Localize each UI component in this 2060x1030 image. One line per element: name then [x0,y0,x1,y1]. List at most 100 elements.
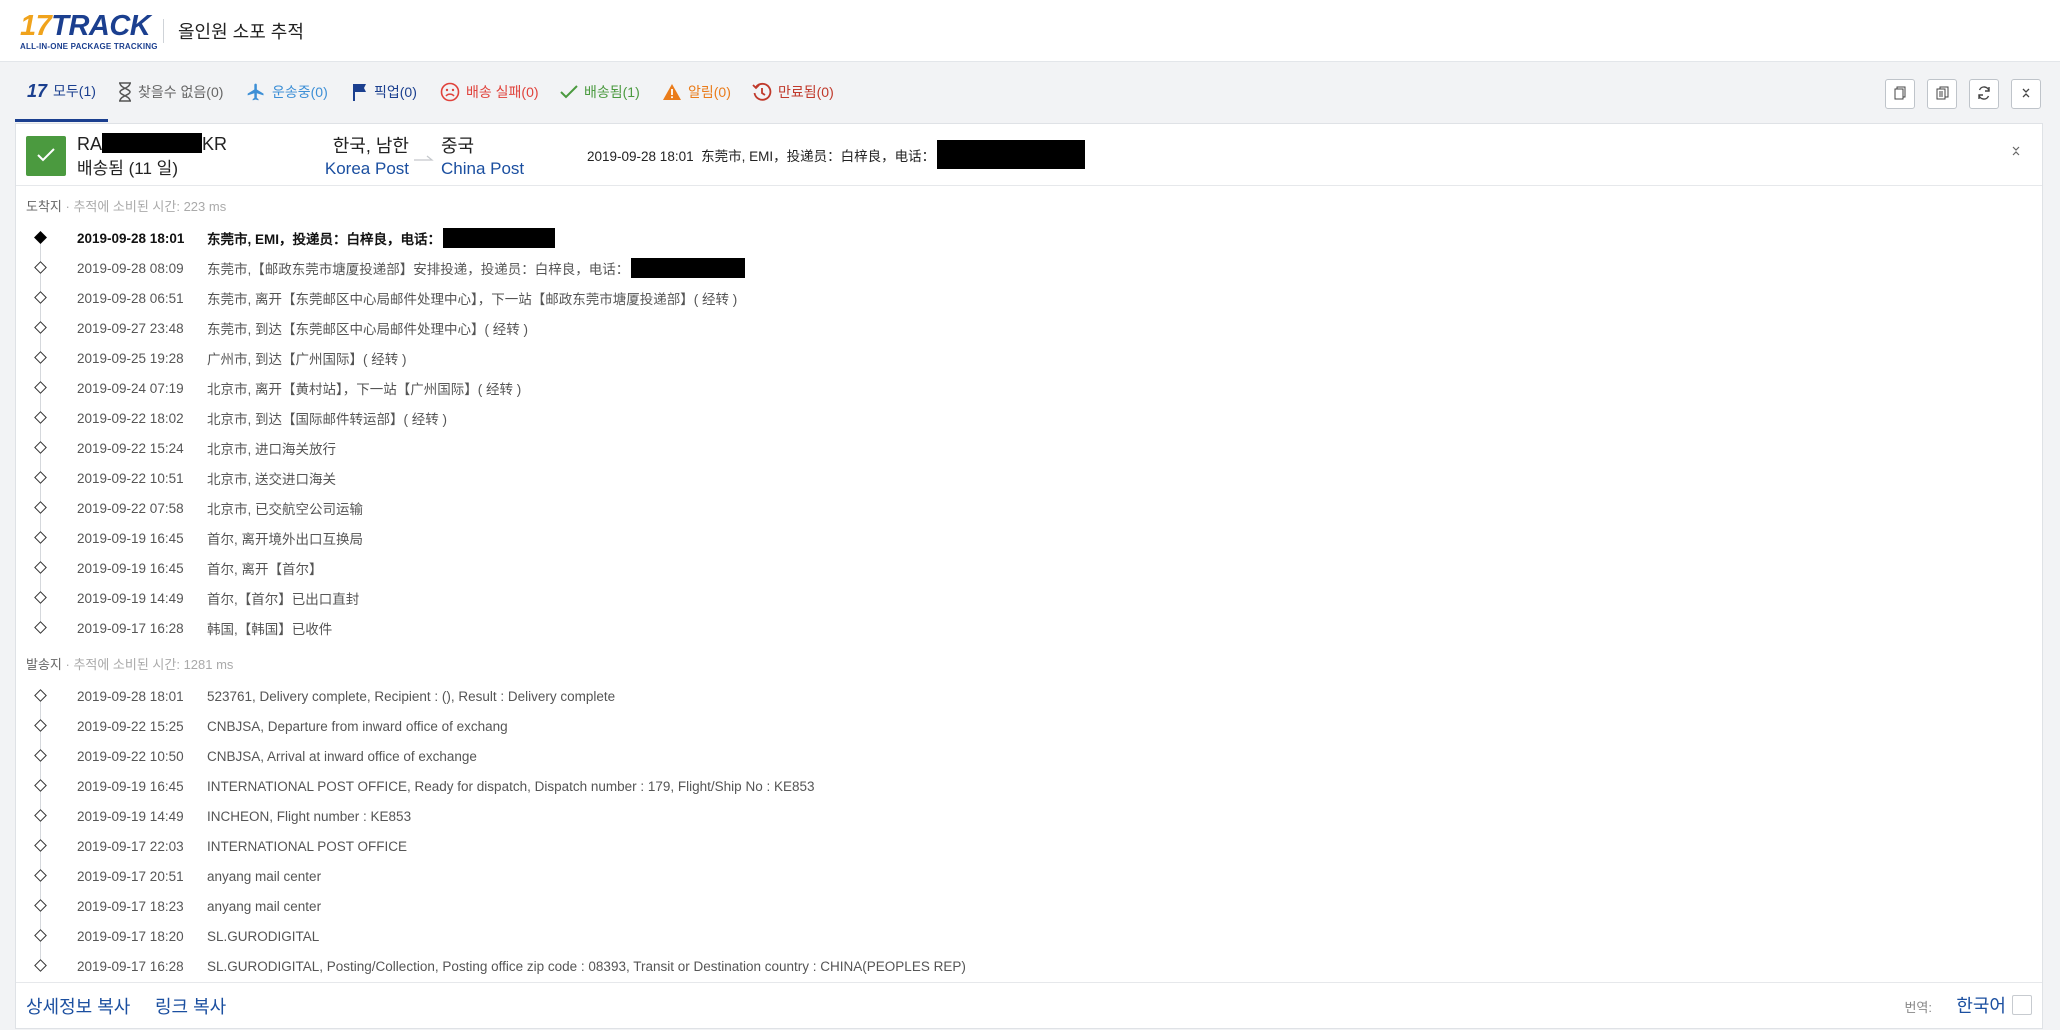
event-description: 北京市, 到达【国际邮件转运部】( 经转 ) [207,408,447,428]
section-timing: · 추적에 소비된 시간: 223 ms [61,199,227,214]
event-description: 北京市, 送交进口海关 [207,468,336,488]
translate-label: 번역: [1904,1000,1932,1015]
checkmark-icon [37,145,55,168]
tab-not-found[interactable]: 찾을수 없음(0) [118,62,223,122]
timeline-event: 2019-09-28 18:01 523761, Delivery complet… [16,681,2042,711]
refresh-button[interactable] [1969,79,1999,109]
tab-expired[interactable]: 만료됨(0) [752,62,834,122]
logo-word: TRACK [51,10,151,42]
event-description-text: SL.GURODIGITAL, Posting/Collection, Post… [207,958,966,974]
event-description-text: anyang mail center [207,868,322,884]
event-time: 2019-09-17 18:23 [77,898,184,914]
copy-button[interactable] [1885,79,1915,109]
tab-label: 배송 실패(0) [466,84,539,100]
event-description: SL.GURODIGITAL, Posting/Collection, Post… [207,959,966,974]
timeline-event: 2019-09-19 14:49 INCHEON, Flight number :… [16,801,2042,831]
collapse-all-button[interactable] [2011,79,2041,109]
section-label: 도착지 [26,199,62,214]
timeline-diamond-icon [34,291,47,304]
app-header: 17TRACK ALL-IN-ONE PACKAGE TRACKING 올인원 … [0,0,2060,62]
tab-delivered[interactable]: 배송됨(1) [560,62,640,122]
tracking-number[interactable]: RA KR [77,133,227,155]
event-description: INTERNATIONAL POST OFFICE, Ready for dis… [207,779,815,794]
timeline-diamond-icon [34,869,47,882]
status-tabs: 17 모두(1) 찾을수 없음(0) 운송중(0) 픽업(0) 배송 실패(0)… [0,62,2060,122]
timeline-event: 2019-09-17 20:51 anyang mail center [16,861,2042,891]
timeline-diamond-icon [34,779,47,792]
timeline-event: 2019-09-22 10:50 CNBJSA, Arrival at inwar… [16,741,2042,771]
tab-label: 운송중(0) [272,84,328,100]
event-description-text: 首尔,【首尔】已出口直封 [207,592,360,607]
timeline-event: 2019-09-22 15:24 北京市, 进口海关放行 [16,433,2042,463]
tracking-suffix: KR [202,134,228,154]
event-description-text: 首尔, 离开【首尔】 [207,562,323,577]
tab-all[interactable]: 17 모두(1) [15,62,108,122]
timeline-diamond-icon [34,929,47,942]
event-description-text: 广州市, 到达【广州国际】( 经转 ) [207,352,407,367]
event-time: 2019-09-27 23:48 [77,320,184,336]
origin-section-header: 발송지 · 추적에 소비된 시간: 1281 ms [26,654,233,673]
latest-event: 2019-09-28 18:01 东莞市, EMI，投递员：白梓良，电话： [587,140,1086,169]
timeline-diamond-icon [34,321,47,334]
event-description-text: 523761, Delivery complete, Recipient : (… [207,688,616,704]
event-description: 首尔,【首尔】已出口直封 [207,588,359,608]
copy-all-button[interactable] [1927,79,1957,109]
event-time: 2019-09-28 06:51 [77,290,184,306]
event-description: 523761, Delivery complete, Recipient : (… [207,689,615,704]
event-description: 韩国,【韩国】已收件 [207,618,332,638]
event-description-text: 北京市, 送交进口海关 [207,472,337,487]
timeline-diamond-icon [34,839,47,852]
timeline-diamond-icon [34,561,47,574]
timeline-diamond-icon [34,809,47,822]
redacted-block [631,258,746,278]
card-footer: 상세정보 복사 링크 복사 번역: 한국어 [16,982,2042,1028]
language-checkbox[interactable] [2012,995,2032,1015]
timeline-event: 2019-09-25 19:28 广州市, 到达【广州国际】( 经转 ) [16,343,2042,373]
section-label: 발송지 [26,657,62,672]
airplane-icon [246,82,266,102]
tab-alert[interactable]: 알림(0) [662,62,731,122]
17track-logo[interactable]: 17TRACK ALL-IN-ONE PACKAGE TRACKING [20,11,158,51]
event-time: 2019-09-22 07:58 [77,500,184,516]
event-description-text: 北京市, 到达【国际邮件转运部】( 经转 ) [207,412,447,427]
event-time: 2019-09-17 16:28 [77,958,184,974]
tab-delivery-failed[interactable]: 배송 실패(0) [440,62,539,122]
timeline-event: 2019-09-22 07:58 北京市, 已交航空公司运输 [16,493,2042,523]
origin-carrier-link[interactable]: Korea Post [311,159,409,179]
sad-face-icon [440,82,460,102]
copy-link-button[interactable]: 링크 복사 [155,993,226,1019]
timeline-diamond-icon [34,689,47,702]
event-description: 东莞市, 离开【东莞邮区中心局邮件处理中心】，下一站【邮政东莞市塘厦投递部】( … [207,288,737,308]
event-description-text: 东莞市,【邮政东莞市塘厦投递部】安排投递，投递员：白梓良，电话： [207,262,630,277]
logo-number: 17 [20,10,52,42]
event-description-text: 首尔, 离开境外出口互换局 [207,532,364,547]
timeline-event: 2019-09-17 18:20 SL.GURODIGITAL [16,921,2042,951]
language-select[interactable]: 한국어 [1956,992,2006,1018]
tab-in-transit[interactable]: 운송중(0) [246,62,328,122]
event-description: 东莞市, EMI，投递员：白梓良，电话： [207,228,556,248]
copy-details-button[interactable]: 상세정보 복사 [26,993,130,1019]
event-time: 2019-09-17 16:28 [77,620,184,636]
event-description: anyang mail center [207,869,321,884]
event-time: 2019-09-17 20:51 [77,868,184,884]
timeline-event: 2019-09-19 14:49 首尔,【首尔】已出口直封 [16,583,2042,613]
collapse-button[interactable] [2012,146,2020,159]
timeline-event: 2019-09-28 06:51 东莞市, 离开【东莞邮区中心局邮件处理中心】，下… [16,283,2042,313]
timeline-diamond-icon [34,621,47,634]
timeline-event: 2019-09-17 16:28 SL.GURODIGITAL, Posting/… [16,951,2042,981]
event-time: 2019-09-19 16:45 [77,778,184,794]
event-description-text: 韩国,【韩国】已收件 [207,622,333,637]
destination-carrier-link[interactable]: China Post [441,159,524,179]
latest-event-text: 2019-09-28 18:01 东莞市, EMI，投递员：白梓良，电话： [587,148,936,164]
event-description-text: CNBJSA, Arrival at inward office of exch… [207,748,477,764]
shipment-summary[interactable]: RA KR 배송됨 (11 일) 한국, 남한 Korea Post 중국 Chi… [16,124,2042,186]
timeline-diamond-icon [34,381,47,394]
event-time: 2019-09-22 18:02 [77,410,184,426]
event-description: 首尔, 离开【首尔】 [207,558,323,578]
flag-icon [352,83,368,101]
timeline-event: 2019-09-19 16:45 首尔, 离开【首尔】 [16,553,2042,583]
event-description-text: 北京市, 已交航空公司运输 [207,502,364,517]
event-time: 2019-09-28 18:01 [77,230,185,246]
event-description-text: INTERNATIONAL POST OFFICE, Ready for dis… [207,778,815,794]
tab-pickup[interactable]: 픽업(0) [352,62,417,122]
